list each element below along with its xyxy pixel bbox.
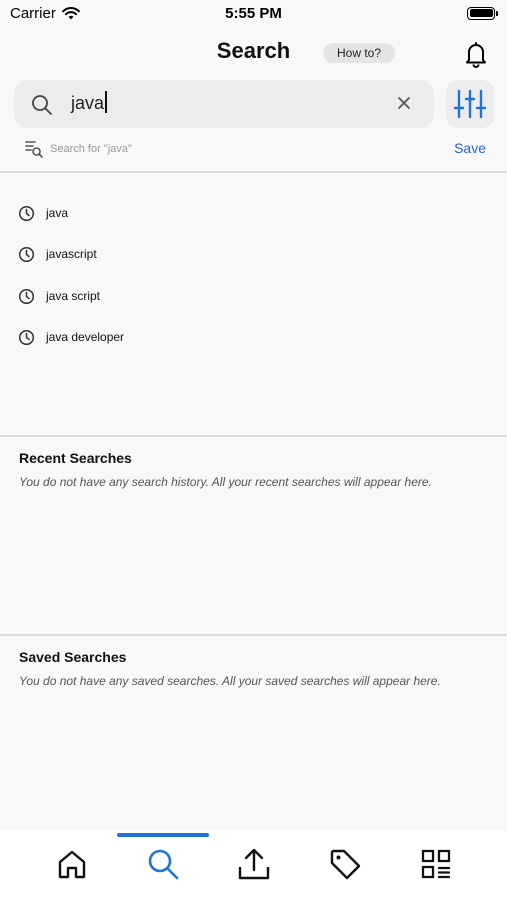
suggestion-label: java [46,206,69,220]
how-to-button[interactable]: How to? [323,43,395,63]
search-input[interactable]: java [71,91,108,114]
suggestion-label: java developer [46,330,125,344]
history-clock-icon [18,246,35,263]
recent-searches-title: Recent Searches [19,450,132,466]
text-cursor [105,91,108,113]
status-bar: Carrier 5:55 PM [0,0,507,26]
tab-home[interactable] [54,846,90,882]
filter-button[interactable] [446,80,494,128]
divider [0,435,507,437]
page-title: Search [216,38,291,63]
sliders-icon [454,89,486,119]
search-list-icon [25,141,43,158]
search-input-value: java [71,93,105,113]
history-clock-icon [18,288,35,305]
suggestion-item[interactable]: java [18,205,478,225]
tab-upload[interactable] [236,846,272,882]
tab-search[interactable] [145,846,181,882]
active-tab-indicator [117,833,209,837]
home-icon [58,850,86,879]
suggestion-item[interactable]: javascript [18,246,478,266]
history-clock-icon [18,205,35,222]
tag-icon [330,849,361,880]
tab-menu[interactable] [418,846,454,882]
divider [0,171,507,173]
carrier-group: Carrier [10,5,80,22]
search-icon [32,95,52,115]
history-clock-icon [18,329,35,346]
header: Search How to? [0,30,507,74]
tab-tags[interactable] [327,846,363,882]
recent-searches-empty-text: You do not have any search history. All … [19,475,432,489]
suggestion-label: javascript [46,247,97,261]
clear-search-icon[interactable] [396,95,412,111]
search-for-row[interactable]: Search for "java" Save [24,139,494,159]
save-search-button[interactable]: Save [454,140,486,156]
divider [0,634,507,636]
saved-searches-empty-text: You do not have any saved searches. All … [19,674,441,688]
suggestion-label: java script [46,289,101,303]
wifi-icon [62,6,80,19]
suggestion-item[interactable]: java script [18,288,478,308]
battery-icon [467,6,498,20]
search-icon [148,849,179,880]
upload-icon [238,848,270,880]
search-for-label: Search for "java" [50,143,132,155]
grid-menu-icon [421,849,451,879]
carrier-label: Carrier [10,4,56,22]
bell-icon[interactable] [461,39,491,69]
suggestion-item[interactable]: java developer [18,329,478,349]
saved-searches-title: Saved Searches [19,649,127,665]
